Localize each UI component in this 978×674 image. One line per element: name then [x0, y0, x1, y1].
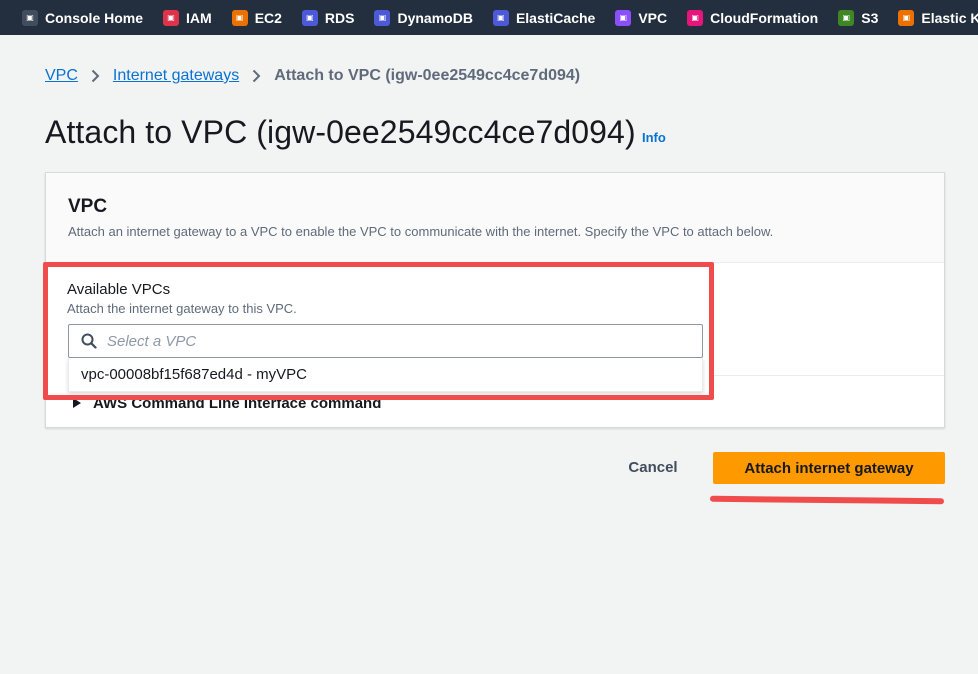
nav-item-label: RDS	[324, 9, 355, 26]
nav-item-label: ElastiCache	[515, 9, 596, 26]
nav-item-label: IAM	[186, 9, 212, 26]
nav-item-label: VPC	[638, 9, 668, 26]
vpc-option[interactable]: vpc-00008bf15f687ed4d - myVPC	[81, 366, 307, 383]
elasticache-icon: ▣	[492, 9, 509, 26]
chevron-right-icon	[252, 69, 261, 83]
services-nav-bar: ▣ Console Home ▣ IAM ▣ EC2 ▣ RDS ▣ DynamoDB ▣ Elast…	[0, 0, 978, 35]
nav-item-rds[interactable]: ▣ RDS	[301, 9, 355, 26]
eks-icon: ▣	[898, 9, 915, 26]
nav-item-s3[interactable]: ▣ S3	[838, 9, 879, 26]
vpc-dropdown-list: vpc-00008bf15f687ed4d - myVPC	[68, 358, 703, 392]
iam-icon: ▣	[163, 9, 180, 26]
annotation-underline	[709, 495, 945, 505]
nav-item-eks[interactable]: ▣ Elastic Kubernetes	[898, 9, 978, 26]
nav-item-label: CloudFormation	[710, 9, 819, 26]
ec2-icon: ▣	[231, 9, 248, 26]
page-title: Attach to VPC (igw-0ee2549cc4ce7d094)	[45, 114, 636, 150]
cancel-button[interactable]: Cancel	[613, 452, 693, 482]
vpc-select-box[interactable]	[68, 324, 703, 358]
nav-item-vpc[interactable]: ▣ VPC	[615, 9, 668, 26]
available-vpcs-label: Available VPCs	[67, 281, 171, 298]
caret-right-icon	[73, 398, 81, 408]
info-link[interactable]: Info	[642, 130, 666, 145]
breadcrumb-internet-gateways-link[interactable]: Internet gateways	[113, 67, 239, 85]
vpc-icon: ▣	[615, 9, 632, 26]
nav-item-iam[interactable]: ▣ IAM	[163, 9, 212, 26]
nav-item-label: S3	[861, 9, 879, 26]
dynamodb-icon: ▣	[374, 9, 391, 26]
attach-internet-gateway-button[interactable]: Attach internet gateway	[713, 452, 945, 484]
cli-command-label: AWS Command Line Interface command	[93, 395, 382, 412]
nav-item-label: Elastic Kubernetes	[921, 9, 978, 26]
nav-item-label: EC2	[254, 9, 282, 26]
nav-item-console-home[interactable]: ▣ Console Home	[22, 9, 144, 26]
container-description: Attach an internet gateway to a VPC to e…	[68, 224, 774, 239]
nav-item-ec2[interactable]: ▣ EC2	[231, 9, 282, 26]
search-icon	[81, 333, 97, 349]
breadcrumb-vpc-link[interactable]: VPC	[45, 67, 78, 85]
nav-item-dynamodb[interactable]: ▣ DynamoDB	[374, 9, 473, 26]
chevron-right-icon	[91, 69, 100, 83]
console-home-icon: ▣	[22, 9, 38, 26]
nav-item-elasticache[interactable]: ▣ ElastiCache	[492, 9, 596, 26]
cloudformation-icon: ▣	[687, 9, 704, 26]
vpc-search-input[interactable]	[107, 325, 697, 357]
breadcrumb: VPC Internet gateways Attach to VPC (igw…	[45, 67, 580, 85]
available-vpcs-description: Attach the internet gateway to this VPC.	[67, 301, 297, 316]
nav-item-label: Console Home	[45, 9, 144, 26]
container-header: VPC Attach an internet gateway to a VPC …	[46, 173, 944, 263]
s3-icon: ▣	[838, 9, 855, 26]
nav-item-label: DynamoDB	[397, 9, 473, 26]
available-vpcs-field: Available VPCs Attach the internet gatew…	[45, 262, 710, 392]
container-title: VPC	[68, 196, 108, 217]
breadcrumb-current: Attach to VPC (igw-0ee2549cc4ce7d094)	[274, 67, 581, 84]
nav-item-cloudformation[interactable]: ▣ CloudFormation	[687, 9, 819, 26]
rds-icon: ▣	[301, 9, 318, 26]
